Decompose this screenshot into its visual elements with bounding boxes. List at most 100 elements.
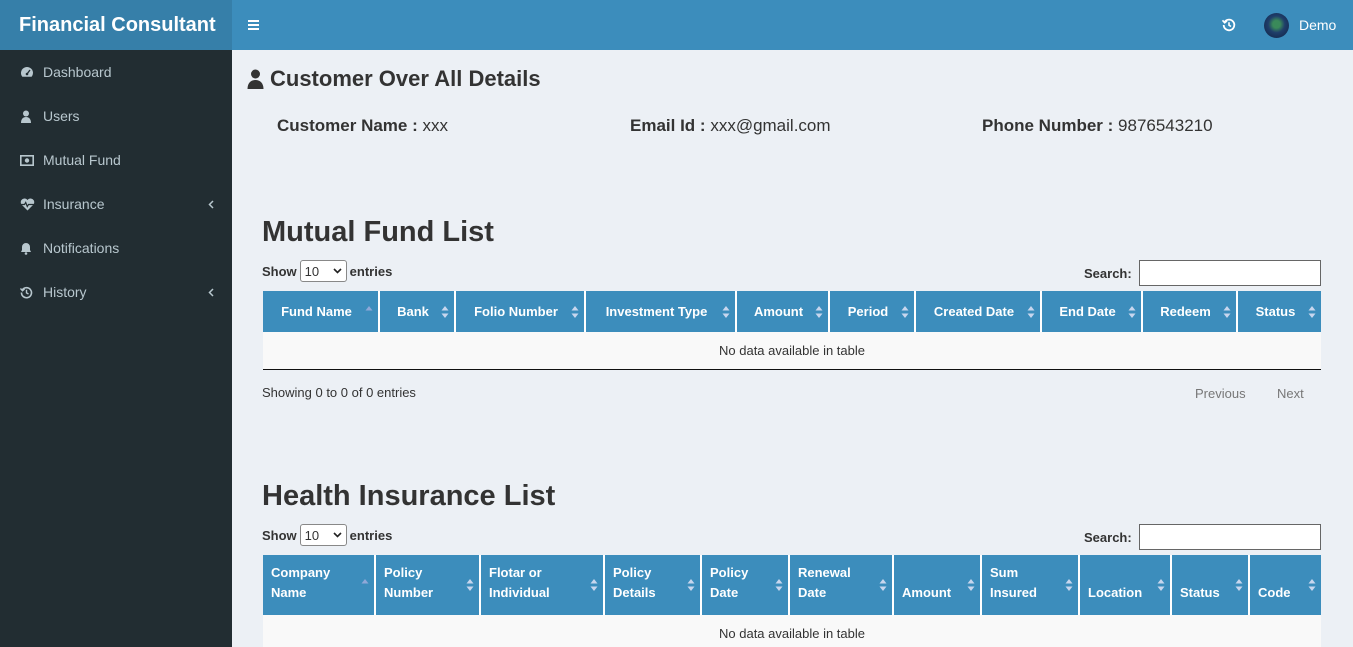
- page-size-value: 10: [304, 263, 320, 279]
- search-label: Search:: [1084, 529, 1132, 545]
- column-header-renewal-date[interactable]: Renewal Date: [789, 555, 894, 615]
- sidebar-item-label: Users: [43, 108, 80, 124]
- column-header-end-date[interactable]: End Date: [1041, 291, 1143, 332]
- column-header-folio-number[interactable]: Folio Number: [455, 291, 586, 332]
- column-label: Redeem: [1160, 304, 1211, 319]
- sidebar-item-users[interactable]: Users: [0, 94, 232, 138]
- top-navbar: Demo: [232, 0, 1353, 50]
- column-header-amount[interactable]: Amount: [736, 291, 830, 332]
- column-header-code[interactable]: Code: [1249, 555, 1321, 615]
- table-info: Showing 0 to 0 of 0 entries: [262, 385, 416, 400]
- column-header-policy-number[interactable]: Policy Number: [375, 555, 481, 615]
- mutual-fund-table: Fund Name Bank Folio Number Investment T…: [263, 291, 1321, 370]
- sort-icon: [901, 305, 909, 318]
- user-name[interactable]: Demo: [1299, 17, 1336, 33]
- mutual-fund-title: Mutual Fund List: [262, 216, 494, 248]
- menu-toggle-icon[interactable]: [247, 17, 261, 33]
- sort-icon: [571, 305, 579, 318]
- history-icon[interactable]: [1221, 17, 1237, 33]
- search-input[interactable]: [1138, 260, 1321, 286]
- column-header-status[interactable]: Status: [1237, 291, 1321, 332]
- phone-label: Phone Number :: [982, 116, 1114, 135]
- column-header-policy-details[interactable]: Policy Details: [604, 555, 702, 615]
- heartbeat-icon: [20, 198, 43, 211]
- column-label-line1: Policy: [384, 565, 423, 580]
- email-label: Email Id :: [630, 116, 706, 135]
- sort-icon: [775, 579, 783, 591]
- column-header-investment-type[interactable]: Investment Type: [585, 291, 737, 332]
- chevron-left-icon: [204, 199, 214, 209]
- sort-icon: [1308, 579, 1316, 591]
- table-row: No data available in table: [263, 332, 1321, 369]
- show-label: Show: [262, 263, 297, 279]
- sidebar-item-history[interactable]: History: [0, 270, 232, 314]
- column-header-location[interactable]: Location: [1079, 555, 1172, 615]
- chevron-down-icon: [333, 532, 342, 538]
- column-label-line1: Policy: [710, 565, 749, 580]
- sidebar-item-notifications[interactable]: Notifications: [0, 226, 232, 270]
- column-label-line2: Insured: [990, 585, 1037, 600]
- sort-icon: [1065, 579, 1073, 591]
- avatar[interactable]: [1264, 13, 1289, 38]
- column-label: Bank: [397, 304, 429, 319]
- sidebar-item-insurance[interactable]: Insurance: [0, 182, 232, 226]
- column-header-status[interactable]: Status: [1171, 555, 1250, 615]
- table-header-row: Fund Name Bank Folio Number Investment T…: [263, 291, 1321, 332]
- column-label: Amount: [753, 304, 804, 319]
- column-label: Investment Type: [605, 304, 708, 319]
- column-header-flotar-or-individual[interactable]: Flotar or Individual: [480, 555, 605, 615]
- column-label: End Date: [1059, 304, 1116, 319]
- page-size-select[interactable]: 10: [299, 524, 347, 546]
- column-label-line2: Individual: [489, 585, 550, 600]
- column-label: Fund Name: [281, 304, 352, 319]
- empty-table-message: No data available in table: [263, 332, 1321, 369]
- app-title[interactable]: Financial Consultant: [0, 0, 232, 50]
- column-header-bank[interactable]: Bank: [379, 291, 456, 332]
- sort-icon: [722, 305, 730, 318]
- sort-icon: [1027, 305, 1035, 318]
- column-label-line2: Details: [613, 585, 656, 600]
- column-label-line2: Number: [384, 585, 434, 600]
- customer-name-label: Customer Name :: [277, 116, 418, 135]
- user-icon: [247, 69, 264, 89]
- sidebar-item-dashboard[interactable]: Dashboard: [0, 50, 232, 94]
- column-label-line2: Name: [271, 585, 307, 600]
- column-header-amount[interactable]: Amount: [893, 555, 982, 615]
- sidebar-item-label: Dashboard: [43, 64, 112, 80]
- health-insurance-search: Search:: [1084, 524, 1321, 550]
- sort-asc-icon: [365, 305, 373, 310]
- column-label-line1: Sum: [990, 565, 1019, 580]
- previous-button[interactable]: Previous: [1195, 386, 1246, 401]
- column-label: Status: [1255, 304, 1296, 319]
- health-insurance-table: Company Name Policy Number Flotar or Indivi…: [263, 555, 1321, 647]
- sort-icon: [1128, 305, 1136, 318]
- column-label-line1: Flotar or: [489, 565, 542, 580]
- sort-asc-icon: [361, 579, 369, 584]
- next-button[interactable]: Next: [1277, 386, 1304, 401]
- sidebar-item-mutual-fund[interactable]: Mutual Fund: [0, 138, 232, 182]
- column-header-redeem[interactable]: Redeem: [1142, 291, 1238, 332]
- sidebar-menu: Dashboard Users Mutual Fund Insurance No…: [0, 50, 232, 314]
- column-header-fund-name[interactable]: Fund Name: [263, 291, 380, 332]
- search-input[interactable]: [1138, 524, 1321, 550]
- page-size-select[interactable]: 10: [299, 260, 347, 282]
- health-insurance-title: Health Insurance List: [262, 480, 556, 512]
- page-title-text: Customer Over All Details: [270, 66, 541, 91]
- column-header-created-date[interactable]: Created Date: [915, 291, 1042, 332]
- sort-icon: [1308, 305, 1316, 318]
- mutual-fund-length: Show 10 entries: [262, 260, 392, 282]
- history-icon: [20, 286, 43, 299]
- sidebar-item-label: Insurance: [43, 196, 105, 212]
- column-header-policy-date[interactable]: Policy Date: [701, 555, 790, 615]
- chevron-down-icon: [333, 268, 342, 274]
- column-header-company-name[interactable]: Company Name: [263, 555, 376, 615]
- table-header-row: Company Name Policy Number Flotar or Indivi…: [263, 555, 1321, 615]
- column-label-line2: Date: [710, 585, 739, 600]
- email-value: xxx@gmail.com: [710, 116, 831, 135]
- column-header-sum-insured[interactable]: Sum Insured: [981, 555, 1080, 615]
- column-header-period[interactable]: Period: [829, 291, 916, 332]
- column-label-line2: Code: [1258, 585, 1291, 600]
- page-size-value: 10: [304, 527, 320, 543]
- sort-icon: [967, 579, 975, 591]
- column-label-line1: Renewal: [798, 565, 851, 580]
